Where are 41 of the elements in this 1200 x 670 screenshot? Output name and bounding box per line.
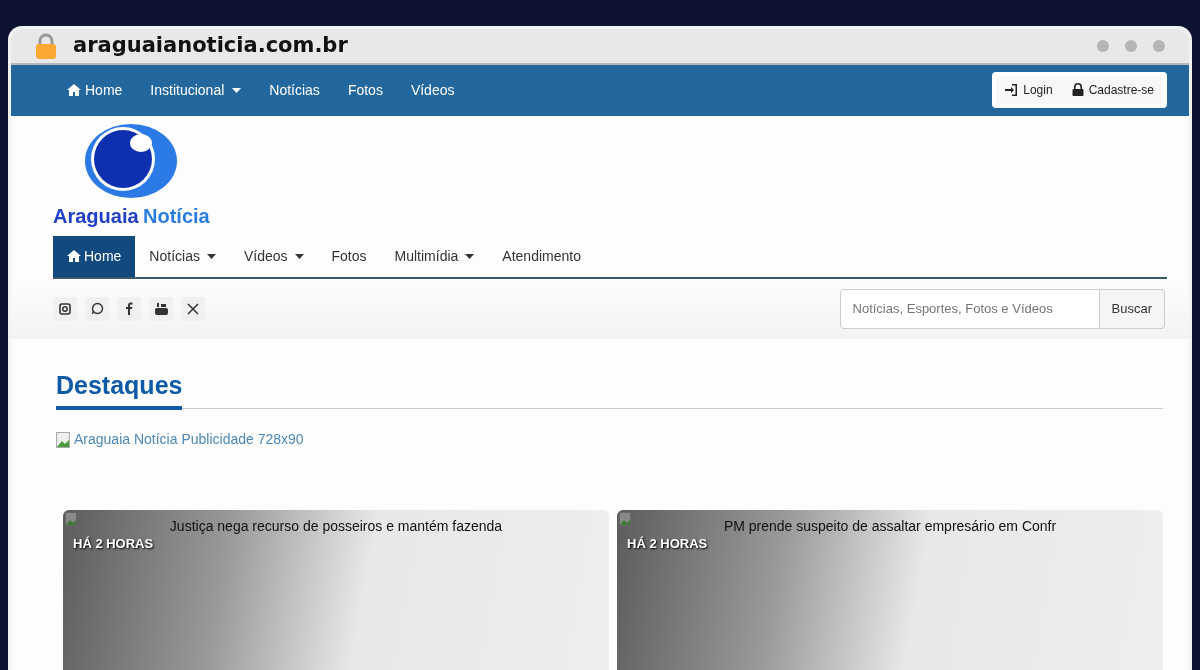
window-dot[interactable] <box>1097 39 1109 52</box>
time-label: HÁ 2 HORAS <box>627 535 708 553</box>
logo-text: Notícia <box>143 204 210 227</box>
window-dot[interactable] <box>1125 39 1137 52</box>
nav-link[interactable]: Institucional <box>136 79 256 101</box>
news-card[interactable]: HÁ 2 HORAS PM prende suspeito de assaltar empresário em Confr <box>617 510 1163 670</box>
news-headline[interactable]: Justiça nega recurso de posseiros e mantém fazenda <box>63 510 609 537</box>
nav-tab[interactable]: Fotos <box>317 235 381 277</box>
news-card[interactable]: HÁ 2 HORAS Justiça nega recurso de posseiros e mantém fazenda <box>63 510 609 670</box>
nav-link[interactable]: Home <box>53 79 137 101</box>
nav-tab[interactable]: Vídeos <box>229 235 318 277</box>
ad-image-alt-text[interactable]: Araguaia Notícia Publicidade 728x90 <box>74 429 304 450</box>
x-logo-icon[interactable] <box>181 296 205 321</box>
login-icon <box>1005 83 1020 98</box>
nav-link[interactable]: Fotos <box>333 79 397 101</box>
facebook-icon[interactable] <box>117 296 141 321</box>
window-dot[interactable] <box>1153 39 1165 52</box>
broken-image-icon <box>56 431 70 448</box>
broken-image-icon <box>619 512 631 526</box>
home-icon <box>67 249 81 263</box>
instagram-icon[interactable] <box>53 296 77 321</box>
search-field[interactable]: Notícias, Esportes, Fotos e Vídeos <box>839 288 1100 329</box>
home-icon <box>67 83 81 98</box>
account-button[interactable]: Cadastre-se <box>1061 76 1163 105</box>
search-button[interactable]: Buscar <box>1099 288 1165 329</box>
time-label: HÁ 2 HORAS <box>73 535 154 553</box>
news-headline[interactable]: PM prende suspeito de assaltar empresário em Confr <box>617 510 1163 537</box>
nav-tab[interactable]: Home <box>53 235 136 277</box>
padlock-icon <box>35 32 57 59</box>
url-text: araguaianoticia.com.br <box>73 32 348 60</box>
section-title: Destaques <box>56 366 183 410</box>
nav-tab[interactable]: Atendimento <box>488 235 595 277</box>
nav-tab[interactable]: Multimídia <box>380 235 489 277</box>
nav-link[interactable]: Notícias <box>255 79 334 101</box>
padlock-icon <box>1070 83 1085 98</box>
whatsapp-icon[interactable] <box>85 296 109 321</box>
logo-text: Araguaia <box>53 204 139 227</box>
broken-image-icon <box>65 512 77 526</box>
nav-tab[interactable]: Notícias <box>135 235 230 277</box>
nav-link[interactable]: Vídeos <box>396 79 469 101</box>
account-button[interactable]: Login <box>996 76 1062 105</box>
